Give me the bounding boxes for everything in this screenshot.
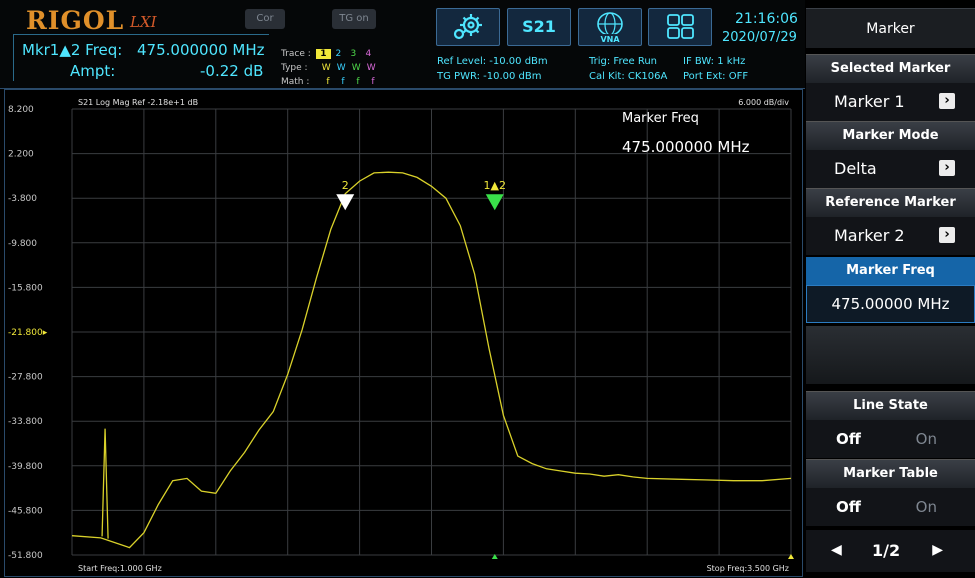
menu-title: Marker <box>806 8 975 48</box>
marker-table-off[interactable]: Off <box>836 498 861 516</box>
y-tick-label: -27.800 <box>8 373 43 383</box>
marker-table-title: Marker Table <box>806 459 975 488</box>
y-tick-label: -33.800 <box>8 417 43 427</box>
plot-header-right: 6.000 dB/div <box>738 98 789 107</box>
line-state-key[interactable]: Line State Off On <box>806 391 975 458</box>
reference-marker-key[interactable]: Reference Marker Marker 2 › <box>806 188 975 255</box>
y-axis-labels: 8.200 2.200 -3.800 -9.800 -15.800 -21.800▸ -27… <box>8 105 48 561</box>
y-tick-label: -3.800 <box>8 194 37 204</box>
y-tick-label: -15.800 <box>8 283 43 293</box>
selected-marker-key[interactable]: Selected Marker Marker 1 › <box>806 54 975 121</box>
y-tick-label: -9.800 <box>8 239 37 249</box>
trace-plot[interactable]: 8.200 2.200 -3.800 -9.800 -15.800 -21.800▸ -27… <box>0 0 805 578</box>
page-prev-icon[interactable]: ◀ <box>831 542 842 558</box>
marker-label: 1▲2 <box>484 179 506 192</box>
menu-pager: ◀ 1/2 ▶ <box>806 530 975 572</box>
softkey-menu: Marker Selected Marker Marker 1 › Marker … <box>806 0 975 578</box>
page-indicator: 1/2 <box>872 541 901 560</box>
selected-marker-value: Marker 1 <box>834 92 905 111</box>
marker-triangle <box>485 194 504 211</box>
marker-freq-title: Marker Freq <box>622 111 699 126</box>
marker-mode-value: Delta <box>834 159 877 178</box>
y-tick-label: -21.800▸ <box>8 328 48 338</box>
chevron-right-icon: › <box>939 160 955 176</box>
chevron-right-icon: › <box>939 93 955 109</box>
line-state-on[interactable]: On <box>916 430 937 448</box>
marker-freq-key[interactable]: Marker Freq 475.00000 MHz <box>806 257 975 323</box>
marker-label: 2 <box>342 179 349 192</box>
plot-header-left: S21 Log Mag Ref -2.18e+1 dB <box>78 98 198 107</box>
marker-freq-input[interactable]: 475.00000 MHz <box>806 285 975 323</box>
marker-freq-key-title: Marker Freq <box>806 257 975 285</box>
y-tick-label: -51.800 <box>8 551 43 561</box>
reference-marker-title: Reference Marker <box>806 188 975 217</box>
reference-marker-value: Marker 2 <box>834 226 905 245</box>
empty-softkey <box>806 326 975 384</box>
chevron-right-icon: › <box>939 227 955 243</box>
marker-freq-display: 475.000000 MHz <box>622 138 750 156</box>
start-freq: Start Freq:1.000 GHz <box>78 564 162 573</box>
plot-grid <box>71 108 792 556</box>
y-tick-label: 2.200 <box>8 150 34 160</box>
marker-table-key[interactable]: Marker Table Off On <box>806 459 975 526</box>
selected-marker-title: Selected Marker <box>806 54 975 83</box>
marker-table-on[interactable]: On <box>916 498 937 516</box>
marker-mode-title: Marker Mode <box>806 121 975 150</box>
spur-spike <box>101 428 109 539</box>
y-tick-label: 8.200 <box>8 105 34 115</box>
marker-group: 2 1▲2 <box>336 179 794 559</box>
stop-freq: Stop Freq:3.500 GHz <box>707 564 789 573</box>
page-next-icon[interactable]: ▶ <box>932 542 943 558</box>
line-state-title: Line State <box>806 391 975 420</box>
y-tick-label: -45.800 <box>8 506 43 516</box>
y-tick-label: -39.800 <box>8 462 43 472</box>
line-state-off[interactable]: Off <box>836 430 861 448</box>
marker-mode-key[interactable]: Marker Mode Delta › <box>806 121 975 188</box>
